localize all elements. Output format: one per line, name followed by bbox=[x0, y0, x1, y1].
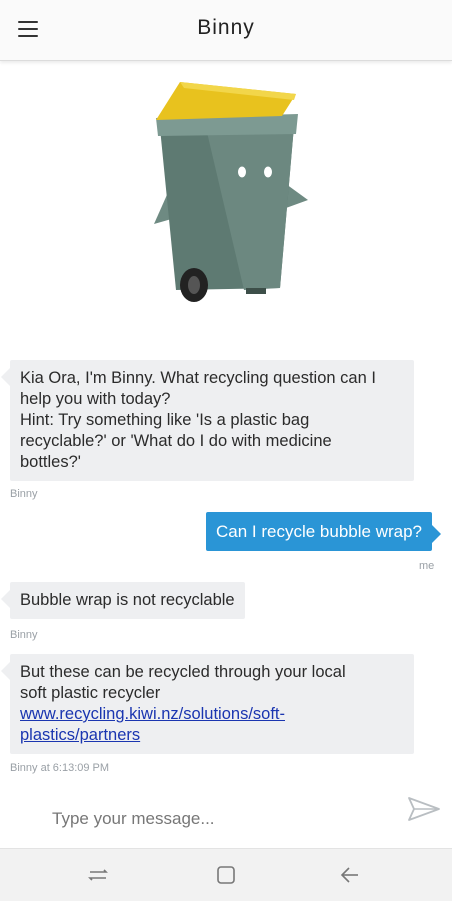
message-sender: me bbox=[419, 560, 435, 572]
back-icon[interactable] bbox=[336, 861, 364, 889]
message-text: Kia Ora, I'm Binny. What recycling quest… bbox=[20, 369, 376, 387]
message-sender: Binny bbox=[10, 488, 38, 500]
message-text: Bubble wrap is not recyclable bbox=[20, 591, 235, 609]
message-text: bottles?' bbox=[20, 453, 81, 471]
message-text: But these can be recycled through your l… bbox=[20, 663, 346, 681]
bot-message: Kia Ora, I'm Binny. What recycling quest… bbox=[1, 360, 414, 481]
message-text: Hint: Try something like 'Is a plastic b… bbox=[20, 411, 310, 429]
link-text: www.recycling.kiwi.nz/solutions/soft- bbox=[20, 705, 285, 723]
message-text: soft plastic recycler bbox=[20, 684, 161, 702]
message-text: Can I recycle bubble wrap? bbox=[216, 522, 423, 541]
recents-icon[interactable] bbox=[84, 861, 112, 889]
message-text: recyclable?' or 'What do I do with medic… bbox=[20, 432, 332, 450]
bot-message: But these can be recycled through your l… bbox=[1, 654, 414, 754]
send-icon[interactable] bbox=[406, 794, 442, 824]
message-input[interactable] bbox=[50, 800, 374, 838]
composer bbox=[0, 790, 452, 846]
system-nav-bar bbox=[0, 848, 452, 901]
link-text: plastics/partners bbox=[20, 726, 141, 744]
app-bar: Binny bbox=[0, 0, 452, 61]
partners-link[interactable]: www.recycling.kiwi.nz/solutions/soft- pl… bbox=[20, 704, 404, 746]
wheelie-bin-mascot bbox=[154, 82, 308, 302]
bot-message: Bubble wrap is not recyclable bbox=[1, 582, 245, 619]
home-icon[interactable] bbox=[212, 861, 240, 889]
message-sender: Binny bbox=[10, 629, 38, 641]
message-timestamp: Binny at 6:13:09 PM bbox=[10, 762, 110, 774]
page-title: Binny bbox=[197, 16, 255, 39]
user-message: Can I recycle bubble wrap? bbox=[206, 512, 442, 551]
message-text: help you with today? bbox=[20, 390, 171, 408]
